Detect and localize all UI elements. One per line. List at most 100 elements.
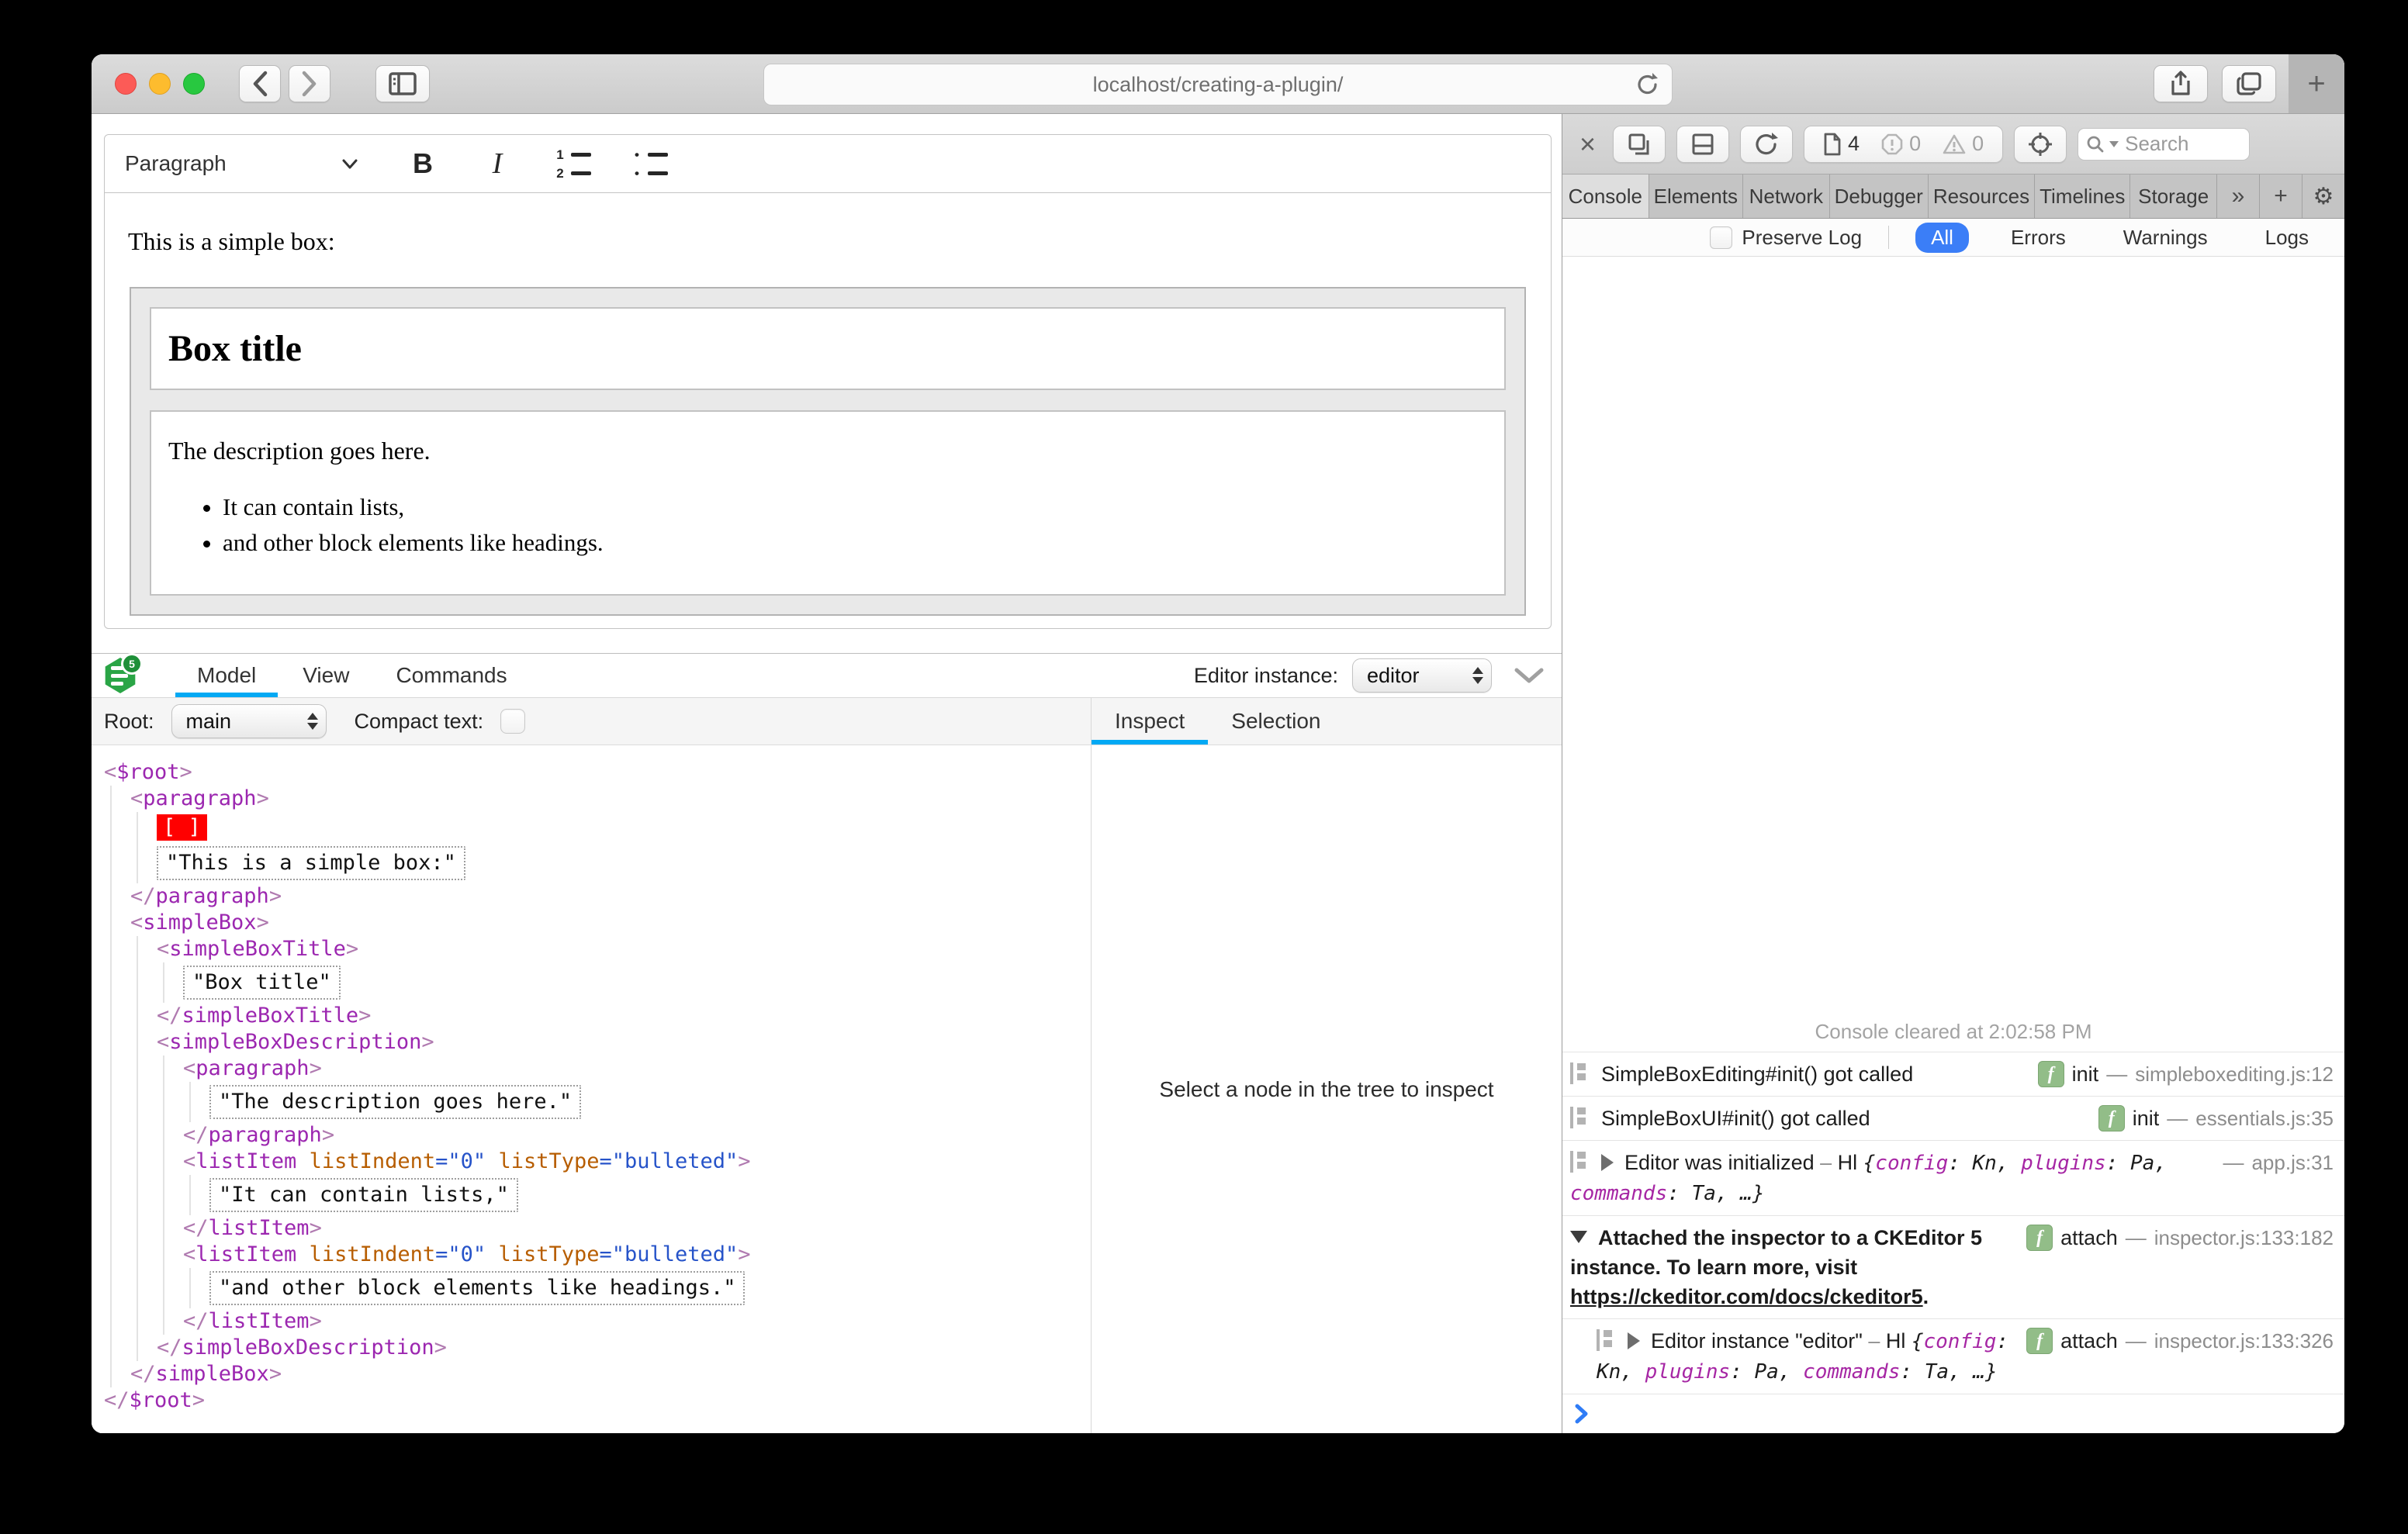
italic-button[interactable]: I <box>480 147 514 181</box>
tree-text-node[interactable]: "Box title" <box>183 966 341 1000</box>
tree-text-node[interactable]: "The description goes here." <box>209 1085 582 1119</box>
tree-line[interactable]: [ ] <box>92 812 1091 843</box>
error-count-badge[interactable]: 0 <box>1881 132 1921 156</box>
filter-warnings[interactable]: Warnings <box>2108 223 2223 253</box>
collapse-inspector-button[interactable] <box>1514 667 1545 684</box>
tree-line[interactable]: <simpleBoxDescription> <box>92 1029 1091 1055</box>
dock-to-bottom-button[interactable] <box>1676 125 1730 163</box>
tree-line[interactable]: </simpleBoxDescription> <box>92 1335 1091 1361</box>
tree-line[interactable]: </listItem> <box>92 1215 1091 1242</box>
settings-icon[interactable]: ⚙ <box>2302 174 2344 218</box>
zoom-window-button[interactable] <box>183 73 205 95</box>
console-prompt[interactable] <box>1562 1394 2344 1433</box>
page-count-badge[interactable]: 4 <box>1823 132 1860 156</box>
tree-text-node[interactable]: "This is a simple box:" <box>157 846 465 880</box>
source-link[interactable]: app.js:31 <box>2251 1148 2334 1177</box>
tree-line[interactable]: </listItem> <box>92 1308 1091 1335</box>
warning-count-badge[interactable]: 0 <box>1943 132 1984 156</box>
preserve-log-checkbox[interactable] <box>1710 226 1733 249</box>
tree-line[interactable]: </simpleBox> <box>92 1361 1091 1387</box>
console-message[interactable]: Editor was initialized – Hl {config: Kn,… <box>1562 1140 2344 1215</box>
inspector-tab-view[interactable]: View <box>281 654 371 697</box>
console-message[interactable]: Editor instance "editor" – Hl {config: K… <box>1562 1318 2344 1394</box>
reload-page-button[interactable] <box>1740 125 1794 163</box>
reload-icon[interactable] <box>1636 72 1659 97</box>
tree-line[interactable]: </simpleBoxTitle> <box>92 1003 1091 1029</box>
devtools-tab-storage[interactable]: Storage <box>2130 174 2217 218</box>
filter-errors[interactable]: Errors <box>1995 223 2081 253</box>
tree-line[interactable]: "This is a simple box:" <box>92 843 1091 883</box>
console-message[interactable]: Attached the inspector to a CKEditor 5 i… <box>1562 1215 2344 1318</box>
source-link[interactable]: inspector.js:133:182 <box>2154 1223 2334 1252</box>
editor-instance-select[interactable]: editor <box>1352 658 1492 693</box>
devtools-tab-network[interactable]: Network <box>1743 174 1830 218</box>
tree-line[interactable]: <$root> <box>92 759 1091 786</box>
list-item[interactable]: and other block elements like headings. <box>223 527 1487 558</box>
devtools-tab-debugger[interactable]: Debugger <box>1829 174 1929 218</box>
tree-text-node[interactable]: "and other block elements like headings.… <box>209 1271 746 1305</box>
tree-line[interactable]: <paragraph> <box>92 1055 1091 1082</box>
minimize-window-button[interactable] <box>149 73 171 95</box>
tree-line[interactable]: <simpleBoxTitle> <box>92 936 1091 962</box>
source-link[interactable]: inspector.js:133:326 <box>2154 1326 2334 1356</box>
tab-overview-button[interactable] <box>2222 65 2276 102</box>
console-link[interactable]: https://ckeditor.com/docs/ckeditor5 <box>1570 1285 1923 1308</box>
element-picker-button[interactable] <box>2014 125 2067 163</box>
root-select[interactable]: main <box>171 704 327 738</box>
tree-line[interactable]: <listItem listIndent="0" listType="bulle… <box>92 1242 1091 1268</box>
devtools-tab-timelines[interactable]: Timelines <box>2035 174 2131 218</box>
tree-line[interactable]: <listItem listIndent="0" listType="bulle… <box>92 1149 1091 1175</box>
filter-all[interactable]: All <box>1915 222 1969 253</box>
description-paragraph[interactable]: The description goes here. <box>168 437 1487 465</box>
devtools-search[interactable] <box>2078 127 2251 161</box>
disclosure-down-icon[interactable] <box>1570 1231 1587 1243</box>
devtools-tab-elements[interactable]: Elements <box>1649 174 1743 218</box>
tree-line[interactable]: <paragraph> <box>92 786 1091 812</box>
heading-dropdown[interactable]: Paragraph <box>125 151 365 176</box>
tree-line[interactable]: "and other block elements like headings.… <box>92 1268 1091 1308</box>
tree-line[interactable]: "It can contain lists," <box>92 1175 1091 1215</box>
devtools-tab-console[interactable]: Console <box>1562 174 1649 218</box>
tree-line[interactable]: "The description goes here." <box>92 1082 1091 1122</box>
more-tabs-icon[interactable]: » <box>2217 174 2260 218</box>
inspector-tab-commands[interactable]: Commands <box>374 654 528 697</box>
tab-inspect[interactable]: Inspect <box>1092 698 1209 745</box>
disclosure-right-icon[interactable] <box>1601 1154 1614 1171</box>
disclosure-right-icon[interactable] <box>1628 1332 1640 1349</box>
tree-line[interactable]: </$root> <box>92 1387 1091 1414</box>
simple-box-title[interactable]: Box title <box>150 307 1506 390</box>
list-item[interactable]: It can contain lists, <box>223 492 1487 523</box>
search-input[interactable] <box>2123 131 2220 157</box>
tree-line[interactable]: </paragraph> <box>92 1122 1091 1149</box>
add-tab-icon[interactable]: + <box>2260 174 2302 218</box>
close-inspector-button[interactable]: × <box>1573 130 1602 158</box>
share-button[interactable] <box>2154 65 2208 102</box>
address-bar[interactable]: localhost/creating-a-plugin/ <box>763 64 1673 105</box>
source-link[interactable]: simpleboxediting.js:12 <box>2135 1059 2334 1089</box>
box-title-heading[interactable]: Box title <box>168 327 1487 370</box>
console-message[interactable]: SimpleBoxUI#init() got called f init — essen… <box>1562 1096 2344 1140</box>
bulleted-list-button[interactable]: • • <box>631 148 668 180</box>
new-tab-button[interactable]: + <box>2289 54 2344 113</box>
devtools-tab-resources[interactable]: Resources <box>1928 174 2036 218</box>
tree-line[interactable]: </paragraph> <box>92 883 1091 910</box>
forward-button[interactable] <box>289 65 330 102</box>
source-link[interactable]: essentials.js:35 <box>2195 1104 2334 1133</box>
tab-selection[interactable]: Selection <box>1208 698 1344 745</box>
editor-content[interactable]: This is a simple box: Box title The desc… <box>105 193 1551 616</box>
dock-to-window-button[interactable] <box>1613 125 1666 163</box>
tree-text-node[interactable]: "It can contain lists," <box>209 1178 518 1212</box>
back-button[interactable] <box>239 65 281 102</box>
inspector-tab-model[interactable]: Model <box>175 654 279 697</box>
numbered-list-button[interactable]: 1 2 <box>555 148 591 180</box>
close-window-button[interactable] <box>115 73 137 95</box>
tree-line[interactable]: "Box title" <box>92 962 1091 1003</box>
compact-text-checkbox[interactable] <box>500 709 526 734</box>
console-message[interactable]: SimpleBoxEditing#init() got called f init —… <box>1562 1052 2344 1096</box>
intro-paragraph[interactable]: This is a simple box: <box>128 227 1538 256</box>
simple-box-description[interactable]: The description goes here. It can contai… <box>150 410 1506 596</box>
filter-logs[interactable]: Logs <box>2250 223 2324 253</box>
simple-box-widget[interactable]: Box title The description goes here. It … <box>130 287 1526 616</box>
bold-button[interactable]: B <box>406 147 440 180</box>
tree-line[interactable]: <simpleBox> <box>92 910 1091 936</box>
